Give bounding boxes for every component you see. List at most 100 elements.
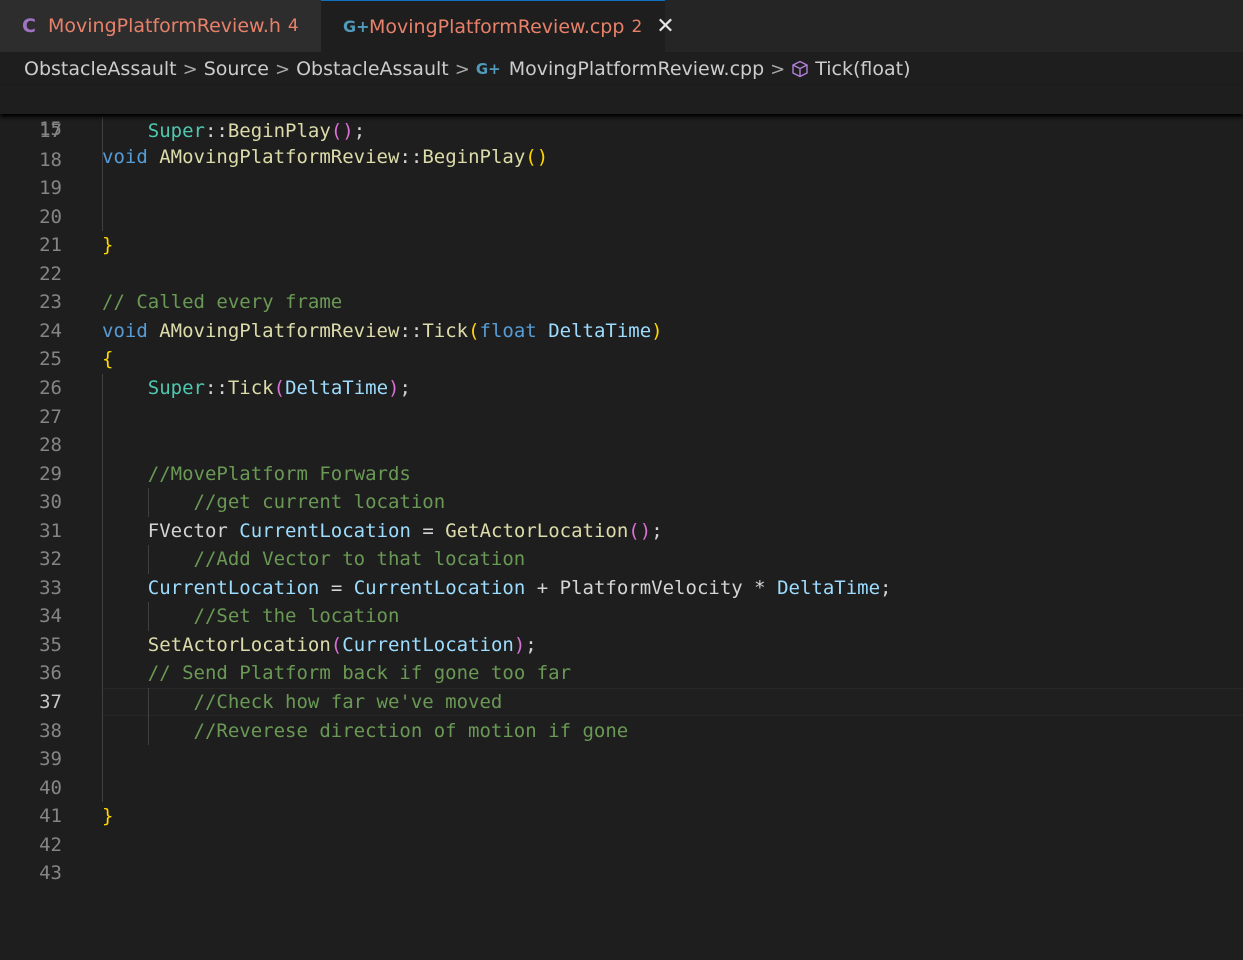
indent-guide xyxy=(102,117,103,232)
line-number: 21 xyxy=(39,234,62,257)
code-text: } xyxy=(102,805,114,828)
tab-label: MovingPlatformReview.cpp xyxy=(369,15,625,38)
code-text: //Check how far we've moved xyxy=(193,691,503,713)
line-number: 22 xyxy=(39,262,62,285)
line-number: 15 xyxy=(39,117,62,140)
line-number: 30 xyxy=(39,491,62,514)
code-text: Super::BeginPlay(); xyxy=(147,120,366,142)
code-line[interactable]: 42 xyxy=(0,831,1243,860)
code-text: //get current location xyxy=(193,491,446,514)
code-line[interactable]: 39 xyxy=(0,745,1243,774)
code-line[interactable]: 32 //Add Vector to that location xyxy=(0,545,1243,574)
indent-guide xyxy=(148,602,149,631)
breadcrumb-item-project[interactable]: ObstacleAssault xyxy=(24,58,177,80)
code-line[interactable]: 36 // Send Platform back if gone too far xyxy=(0,659,1243,688)
code-line[interactable]: 38 //Reverese direction of motion if gon… xyxy=(0,717,1243,746)
cpp-file-icon: G+ xyxy=(343,17,370,36)
code-line[interactable]: 19 xyxy=(0,174,1243,203)
problem-count-badge: 4 xyxy=(287,16,299,36)
breadcrumb-item-symbol[interactable]: Tick(float) xyxy=(815,58,910,80)
line-number: 24 xyxy=(39,319,62,342)
line-number: 39 xyxy=(39,748,62,771)
code-line[interactable]: 30 //get current location xyxy=(0,488,1243,517)
line-number: 33 xyxy=(39,576,62,599)
code-line[interactable]: 22 xyxy=(0,260,1243,289)
tab-label: MovingPlatformReview.h xyxy=(48,15,281,37)
code-text: Super::Tick(DeltaTime); xyxy=(147,376,411,399)
sticky-scroll-header[interactable]: 15 void AMovingPlatformReview::BeginPlay… xyxy=(0,86,1243,169)
code-text: void AMovingPlatformReview::BeginPlay() xyxy=(102,146,549,168)
chevron-right-icon: > xyxy=(770,58,786,80)
indent-guide xyxy=(148,488,149,517)
code-text: // Called every frame xyxy=(102,291,343,314)
code-text: void AMovingPlatformReview::Tick(float D… xyxy=(102,319,663,342)
line-number: 32 xyxy=(39,548,62,571)
indent-guide xyxy=(102,373,103,803)
code-text: SetActorLocation(CurrentLocation); xyxy=(147,633,537,656)
breadcrumb: ObstacleAssault > Source > ObstacleAssau… xyxy=(0,52,1243,86)
code-line[interactable]: 29 //MovePlatform Forwards xyxy=(0,460,1243,489)
line-number: 20 xyxy=(39,205,62,228)
code-line[interactable]: 24 void AMovingPlatformReview::Tick(float… xyxy=(0,317,1243,346)
line-number: 31 xyxy=(39,519,62,542)
method-cube-icon xyxy=(791,60,809,78)
code-line[interactable]: 17 Super::BeginPlay(); xyxy=(0,117,1243,146)
line-number: 41 xyxy=(39,805,62,828)
code-line[interactable]: 27 xyxy=(0,403,1243,432)
indent-guide xyxy=(148,688,149,746)
breadcrumb-item-folder[interactable]: ObstacleAssault xyxy=(296,58,449,80)
cpp-file-icon: G+ xyxy=(475,60,501,78)
close-icon[interactable]: ✕ xyxy=(656,15,674,38)
chevron-right-icon: > xyxy=(275,58,291,80)
editor-tab-bar: C MovingPlatformReview.h 4 G+ MovingPlat… xyxy=(0,0,1243,52)
line-number: 42 xyxy=(39,833,62,856)
code-line[interactable]: 23 // Called every frame xyxy=(0,288,1243,317)
line-number: 36 xyxy=(39,662,62,685)
line-number: 35 xyxy=(39,633,62,656)
breadcrumb-item-source[interactable]: Source xyxy=(204,58,269,80)
line-number: 37 xyxy=(39,691,62,713)
tab-header-file[interactable]: C MovingPlatformReview.h 4 xyxy=(0,0,321,52)
code-line[interactable]: 34 //Set the location xyxy=(0,602,1243,631)
breadcrumb-item-file[interactable]: MovingPlatformReview.cpp xyxy=(509,58,764,80)
code-line[interactable]: 21} xyxy=(0,231,1243,260)
code-text: //Set the location xyxy=(193,605,400,628)
line-number: 25 xyxy=(39,348,62,371)
code-text: // Send Platform back if gone too far xyxy=(147,662,572,685)
chevron-right-icon: > xyxy=(182,58,198,80)
code-line[interactable]: 28 xyxy=(0,431,1243,460)
line-number: 23 xyxy=(39,291,62,314)
code-line[interactable]: 35 SetActorLocation(CurrentLocation); xyxy=(0,631,1243,660)
code-line[interactable]: 43 xyxy=(0,859,1243,888)
code-line[interactable]: 40 xyxy=(0,774,1243,803)
line-number: 26 xyxy=(39,376,62,399)
code-editor[interactable]: 15 void AMovingPlatformReview::BeginPlay… xyxy=(0,86,1243,960)
code-line[interactable]: 25 { xyxy=(0,345,1243,374)
code-text: } xyxy=(102,234,114,257)
code-text: CurrentLocation = CurrentLocation + Plat… xyxy=(147,576,892,599)
line-number: 28 xyxy=(39,434,62,457)
code-text: //MovePlatform Forwards xyxy=(147,462,411,485)
tab-cpp-file[interactable]: G+ MovingPlatformReview.cpp 2 ✕ xyxy=(321,0,675,52)
sticky-line: 15 void AMovingPlatformReview::BeginPlay… xyxy=(0,86,1243,169)
chevron-right-icon: > xyxy=(454,58,470,80)
line-number: 27 xyxy=(39,405,62,428)
code-line[interactable]: 33 CurrentLocation = CurrentLocation + P… xyxy=(0,574,1243,603)
code-line[interactable]: 26 Super::Tick(DeltaTime); xyxy=(0,374,1243,403)
code-line[interactable]: 31 FVector CurrentLocation = GetActorLoc… xyxy=(0,517,1243,546)
code-text: { xyxy=(102,348,114,371)
code-line[interactable]: 37 //Check how far we've moved xyxy=(0,688,1243,717)
indent-guide xyxy=(148,545,149,574)
code-line[interactable]: 41} xyxy=(0,802,1243,831)
line-number: 34 xyxy=(39,605,62,628)
code-line[interactable]: 20 xyxy=(0,203,1243,232)
code-text: //Add Vector to that location xyxy=(193,548,526,571)
line-number: 43 xyxy=(39,862,62,885)
problem-count-badge: 2 xyxy=(631,16,643,37)
code-text: //Reverese direction of motion if gone xyxy=(193,719,629,742)
code-text: FVector CurrentLocation = GetActorLocati… xyxy=(147,519,663,542)
line-number: 38 xyxy=(39,719,62,742)
line-number: 40 xyxy=(39,776,62,799)
line-number: 29 xyxy=(39,462,62,485)
c-file-icon: C xyxy=(22,15,36,37)
